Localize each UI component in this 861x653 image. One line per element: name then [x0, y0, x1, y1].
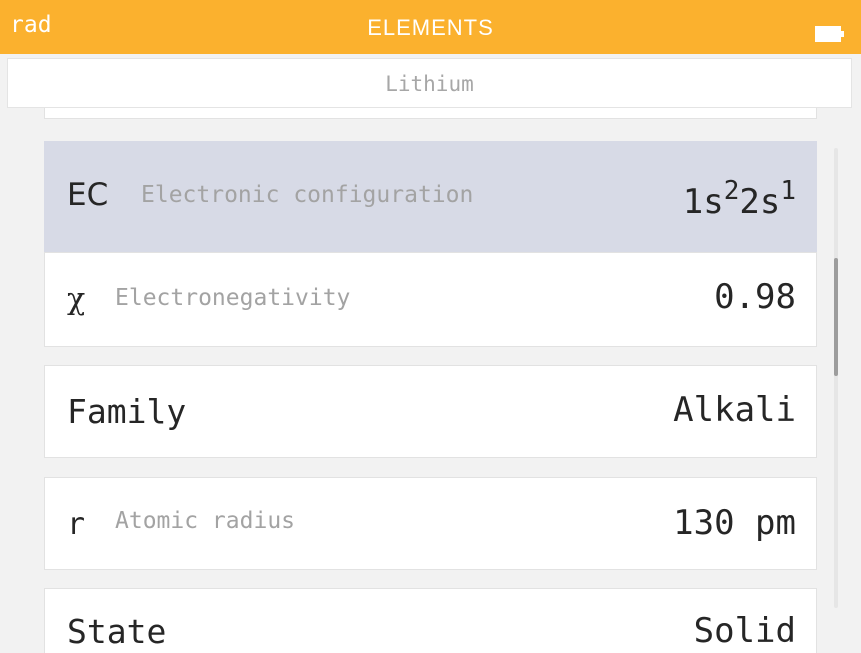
property-row-state[interactable]: State Solid: [44, 588, 817, 653]
property-value: 0.98: [714, 277, 796, 317]
calculator-screen: rad ELEMENTS Lithium EC Electronic confi…: [0, 0, 861, 653]
property-value: 1s22s1: [682, 176, 796, 222]
scrollbar-thumb[interactable]: [834, 258, 838, 376]
property-symbol: EC: [67, 177, 109, 213]
property-row-atomic-radius[interactable]: r Atomic radius 130 pm: [44, 477, 817, 570]
property-row-electronic-configuration[interactable]: EC Electronic configuration 1s22s1: [44, 141, 817, 252]
property-symbol: r: [67, 507, 86, 542]
scrollbar[interactable]: [834, 148, 838, 608]
property-symbol: χ: [67, 282, 86, 317]
list-item[interactable]: [44, 108, 817, 119]
property-symbol: State: [67, 612, 167, 651]
property-value: Alkali: [673, 390, 796, 430]
battery-full-icon: [815, 26, 845, 42]
property-symbol: Family: [67, 392, 187, 431]
status-bar: rad ELEMENTS: [0, 0, 861, 54]
app-title: ELEMENTS: [367, 15, 494, 40]
element-name-header: Lithium: [7, 58, 852, 108]
property-value: 130 pm: [673, 503, 796, 543]
property-description: Atomic radius: [115, 508, 296, 534]
properties-list[interactable]: EC Electronic configuration 1s22s1 χ Ele…: [0, 108, 861, 653]
element-name: Lithium: [385, 72, 474, 96]
property-row-electronegativity[interactable]: χ Electronegativity 0.98: [44, 252, 817, 347]
property-row-family[interactable]: Family Alkali: [44, 365, 817, 458]
property-value: Solid: [693, 611, 796, 651]
property-description: Electronegativity: [115, 285, 351, 311]
property-description: Electronic configuration: [141, 182, 474, 208]
